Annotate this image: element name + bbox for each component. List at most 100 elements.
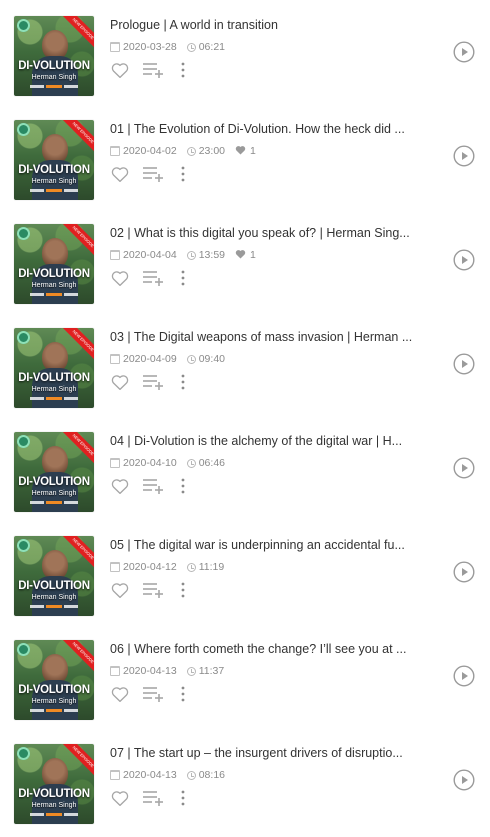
episode-date: 2020-04-12 — [123, 561, 177, 573]
more-options-button[interactable] — [164, 61, 186, 79]
podcast-logo-icon — [17, 643, 30, 656]
like-button[interactable] — [110, 789, 130, 807]
more-vertical-icon — [181, 166, 185, 182]
add-to-playlist-button[interactable] — [130, 581, 164, 599]
heart-outline-icon — [111, 167, 129, 183]
episode-item[interactable]: NEW EPISODE DI-VOLUTION Herman Singh 03 … — [0, 312, 490, 416]
like-button[interactable] — [110, 165, 130, 183]
episode-meta: 2020-03-28 06:21 — [110, 40, 225, 54]
playlist-add-icon — [143, 687, 163, 702]
like-count: 1 — [250, 145, 256, 157]
like-button[interactable] — [110, 685, 130, 703]
play-button[interactable] — [453, 769, 475, 791]
episode-title[interactable]: 01 | The Evolution of Di-Volution. How t… — [110, 121, 415, 137]
cover-author: Herman Singh — [31, 74, 77, 81]
cover-title: DI-VOLUTION — [18, 164, 90, 176]
play-button[interactable] — [453, 353, 475, 375]
more-options-button[interactable] — [164, 789, 186, 807]
playlist-add-icon — [143, 791, 163, 806]
cover-title: DI-VOLUTION — [18, 684, 90, 696]
episode-meta: 2020-04-02 23:00 1 — [110, 144, 256, 158]
episode-title[interactable]: 05 | The digital war is underpinning an … — [110, 537, 415, 553]
add-to-playlist-button[interactable] — [130, 789, 164, 807]
episode-item[interactable]: NEW EPISODE DI-VOLUTION Herman Singh 01 … — [0, 104, 490, 208]
like-button[interactable] — [110, 61, 130, 79]
episode-title[interactable]: 02 | What is this digital you speak of? … — [110, 225, 415, 241]
more-options-button[interactable] — [164, 373, 186, 391]
podcast-logo-icon — [17, 123, 30, 136]
play-button[interactable] — [453, 561, 475, 583]
episode-date: 2020-03-28 — [123, 41, 177, 53]
add-to-playlist-button[interactable] — [130, 373, 164, 391]
more-options-button[interactable] — [164, 685, 186, 703]
like-count: 1 — [250, 249, 256, 261]
episode-duration: 06:21 — [198, 41, 225, 53]
heart-outline-icon — [111, 791, 129, 807]
episode-title[interactable]: 06 | Where forth cometh the change? I’ll… — [110, 641, 415, 657]
cover-sponsor-tag — [30, 292, 78, 296]
cover-author: Herman Singh — [31, 698, 77, 705]
add-to-playlist-button[interactable] — [130, 61, 164, 79]
episode-cover[interactable]: NEW EPISODE DI-VOLUTION Herman Singh — [14, 328, 94, 408]
add-to-playlist-button[interactable] — [130, 685, 164, 703]
podcast-logo-icon — [17, 19, 30, 32]
podcast-logo-icon — [17, 747, 30, 760]
episode-item[interactable]: NEW EPISODE DI-VOLUTION Herman Singh 02 … — [0, 208, 490, 312]
episode-actions — [110, 61, 186, 79]
like-button[interactable] — [110, 269, 130, 287]
episode-item[interactable]: NEW EPISODE DI-VOLUTION Herman Singh 07 … — [0, 728, 490, 832]
episode-duration: 23:00 — [198, 145, 225, 157]
episode-item[interactable]: NEW EPISODE DI-VOLUTION Herman Singh 06 … — [0, 624, 490, 728]
clock-icon — [186, 770, 196, 780]
episode-item[interactable]: NEW EPISODE DI-VOLUTION Herman Singh 04 … — [0, 416, 490, 520]
more-options-button[interactable] — [164, 165, 186, 183]
heart-outline-icon — [111, 375, 129, 391]
playlist-add-icon — [143, 583, 163, 598]
more-options-button[interactable] — [164, 269, 186, 287]
play-button[interactable] — [453, 41, 475, 63]
cover-sponsor-tag — [30, 708, 78, 712]
episode-cover[interactable]: NEW EPISODE DI-VOLUTION Herman Singh — [14, 744, 94, 824]
episode-actions — [110, 269, 186, 287]
clock-icon — [186, 458, 196, 468]
cover-sponsor-tag — [30, 188, 78, 192]
episode-cover[interactable]: NEW EPISODE DI-VOLUTION Herman Singh — [14, 224, 94, 304]
clock-icon — [186, 666, 196, 676]
episode-actions — [110, 373, 186, 391]
podcast-logo-icon — [17, 331, 30, 344]
play-button[interactable] — [453, 249, 475, 271]
episode-cover[interactable]: NEW EPISODE DI-VOLUTION Herman Singh — [14, 640, 94, 720]
episode-cover[interactable]: NEW EPISODE DI-VOLUTION Herman Singh — [14, 536, 94, 616]
episode-cover[interactable]: NEW EPISODE DI-VOLUTION Herman Singh — [14, 432, 94, 512]
calendar-icon — [110, 666, 120, 676]
podcast-logo-icon — [17, 227, 30, 240]
play-button[interactable] — [453, 665, 475, 687]
like-button[interactable] — [110, 373, 130, 391]
calendar-icon — [110, 250, 120, 260]
episode-title[interactable]: 07 | The start up – the insurgent driver… — [110, 745, 415, 761]
episode-cover[interactable]: NEW EPISODE DI-VOLUTION Herman Singh — [14, 16, 94, 96]
playlist-add-icon — [143, 63, 163, 78]
clock-icon — [186, 562, 196, 572]
episode-item[interactable]: NEW EPISODE DI-VOLUTION Herman Singh Pro… — [0, 0, 490, 104]
heart-outline-icon — [111, 271, 129, 287]
episode-title[interactable]: Prologue | A world in transition — [110, 17, 415, 33]
add-to-playlist-button[interactable] — [130, 165, 164, 183]
like-button[interactable] — [110, 581, 130, 599]
heart-outline-icon — [111, 479, 129, 495]
play-button[interactable] — [453, 145, 475, 167]
play-button[interactable] — [453, 457, 475, 479]
heart-icon — [235, 145, 246, 158]
episode-title[interactable]: 03 | The Digital weapons of mass invasio… — [110, 329, 415, 345]
add-to-playlist-button[interactable] — [130, 269, 164, 287]
podcast-logo-icon — [17, 539, 30, 552]
episode-title[interactable]: 04 | Di-Volution is the alchemy of the d… — [110, 433, 415, 449]
add-to-playlist-button[interactable] — [130, 477, 164, 495]
like-button[interactable] — [110, 477, 130, 495]
calendar-icon — [110, 42, 120, 52]
episode-cover[interactable]: NEW EPISODE DI-VOLUTION Herman Singh — [14, 120, 94, 200]
episode-list: NEW EPISODE DI-VOLUTION Herman Singh Pro… — [0, 0, 490, 837]
episode-item[interactable]: NEW EPISODE DI-VOLUTION Herman Singh 05 … — [0, 520, 490, 624]
more-options-button[interactable] — [164, 477, 186, 495]
more-options-button[interactable] — [164, 581, 186, 599]
